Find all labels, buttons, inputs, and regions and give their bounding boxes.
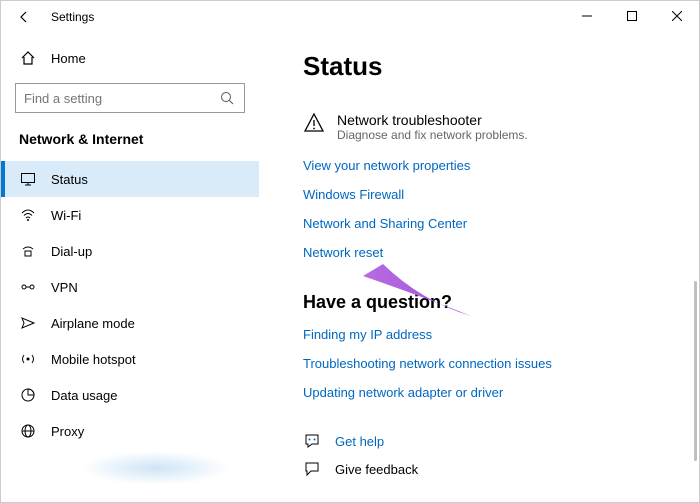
question-heading: Have a question? <box>303 292 659 313</box>
minimize-button[interactable] <box>564 1 609 31</box>
scrollbar-thumb[interactable] <box>694 281 697 461</box>
sidebar-item-label: Wi-Fi <box>51 208 81 223</box>
link-network-reset[interactable]: Network reset <box>303 245 659 260</box>
vpn-icon <box>19 278 37 296</box>
feedback-row[interactable]: Give feedback <box>303 460 659 478</box>
sidebar-item-airplane[interactable]: Airplane mode <box>1 305 259 341</box>
back-button[interactable] <box>11 4 37 30</box>
sidebar-item-hotspot[interactable]: Mobile hotspot <box>1 341 259 377</box>
warning-icon <box>303 112 325 134</box>
link-troubleshoot-connection[interactable]: Troubleshooting network connection issue… <box>303 356 659 371</box>
sidebar-item-dialup[interactable]: Dial-up <box>1 233 259 269</box>
link-view-properties[interactable]: View your network properties <box>303 158 659 173</box>
feedback-icon <box>303 460 321 478</box>
sidebar-item-label: Status <box>51 172 88 187</box>
home-label: Home <box>51 51 86 66</box>
sidebar-item-label: Airplane mode <box>51 316 135 331</box>
window-controls <box>564 1 699 31</box>
link-sharing-center[interactable]: Network and Sharing Center <box>303 216 659 231</box>
sidebar-item-label: Data usage <box>51 388 118 403</box>
data-usage-icon <box>19 386 37 404</box>
get-help-icon <box>303 432 321 450</box>
maximize-button[interactable] <box>609 1 654 31</box>
home-link[interactable]: Home <box>1 41 259 75</box>
sidebar-item-wifi[interactable]: Wi-Fi <box>1 197 259 233</box>
troubleshooter-title: Network troubleshooter <box>337 112 528 128</box>
link-firewall[interactable]: Windows Firewall <box>303 187 659 202</box>
sidebar-item-label: Dial-up <box>51 244 92 259</box>
sidebar-item-proxy[interactable]: Proxy <box>1 413 259 449</box>
section-title: Network & Internet <box>1 127 259 161</box>
sidebar-item-label: Proxy <box>51 424 84 439</box>
sidebar: Home Network & Internet Status Wi-Fi Dia… <box>1 33 259 502</box>
proxy-icon <box>19 422 37 440</box>
sidebar-item-datausage[interactable]: Data usage <box>1 377 259 413</box>
search-input[interactable] <box>24 91 204 106</box>
get-help-row[interactable]: Get help <box>303 432 659 450</box>
content: Home Network & Internet Status Wi-Fi Dia… <box>1 33 699 502</box>
search-box[interactable] <box>15 83 245 113</box>
airplane-icon <box>19 314 37 332</box>
close-button[interactable] <box>654 1 699 31</box>
sidebar-item-vpn[interactable]: VPN <box>1 269 259 305</box>
troubleshooter-subtitle: Diagnose and fix network problems. <box>337 128 528 142</box>
window-title: Settings <box>51 10 94 24</box>
sidebar-item-status[interactable]: Status <box>1 161 259 197</box>
page-heading: Status <box>303 51 659 82</box>
dialup-icon <box>19 242 37 260</box>
highlight-smudge <box>81 451 231 485</box>
link-finding-ip[interactable]: Finding my IP address <box>303 327 659 342</box>
wifi-icon <box>19 206 37 224</box>
home-icon <box>19 49 37 67</box>
titlebar: Settings <box>1 1 699 33</box>
monitor-icon <box>19 170 37 188</box>
troubleshooter-row[interactable]: Network troubleshooter Diagnose and fix … <box>303 112 659 142</box>
sidebar-item-label: VPN <box>51 280 78 295</box>
link-get-help[interactable]: Get help <box>335 434 384 449</box>
main-panel: Status Network troubleshooter Diagnose a… <box>259 33 699 502</box>
feedback-label: Give feedback <box>335 462 418 477</box>
hotspot-icon <box>19 350 37 368</box>
sidebar-item-label: Mobile hotspot <box>51 352 136 367</box>
link-update-adapter[interactable]: Updating network adapter or driver <box>303 385 659 400</box>
search-icon <box>218 89 236 107</box>
